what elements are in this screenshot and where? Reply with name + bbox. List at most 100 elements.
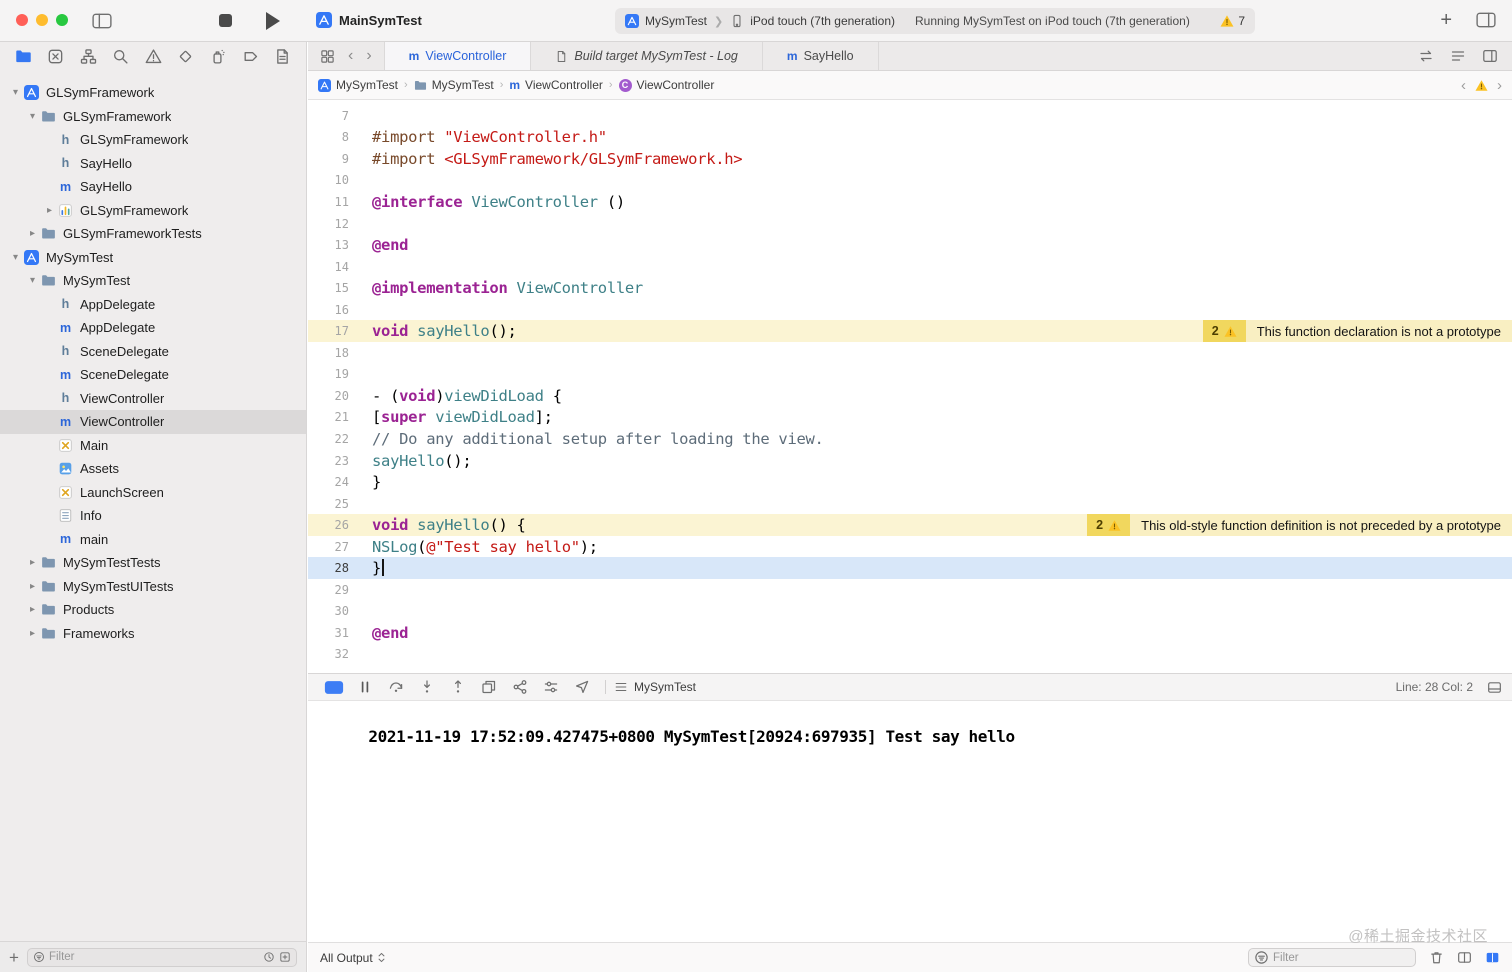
step-over-button[interactable] — [380, 679, 411, 695]
environment-overrides-button[interactable] — [535, 679, 566, 695]
code-line-22[interactable]: 22 // Do any additional setup after load… — [308, 428, 1512, 450]
destination-button[interactable]: iPod touch (7th generation) — [750, 14, 895, 28]
symbols-navigator-button[interactable] — [80, 48, 97, 65]
view-hierarchy-button[interactable] — [473, 679, 504, 695]
code-line-16[interactable]: 16 — [308, 299, 1512, 321]
source-editor[interactable]: 7 8 #import "ViewController.h" 9 #import <GL… — [308, 100, 1512, 673]
console-filter-field[interactable] — [1248, 948, 1416, 967]
navigator-filter-field[interactable] — [26, 947, 297, 967]
disclosure-closed-icon[interactable]: ▸ — [42, 205, 57, 216]
inline-warning[interactable]: 2 This function declaration is not a prot… — [1202, 320, 1512, 343]
add-file-button[interactable]: + — [9, 949, 19, 966]
editor-options-icon[interactable] — [1450, 48, 1466, 64]
step-into-button[interactable] — [411, 679, 442, 695]
tree-item-main[interactable]: m main — [0, 528, 306, 552]
go-forward-button[interactable]: › — [366, 48, 371, 64]
code-line-10[interactable]: 10 — [308, 170, 1512, 192]
code-line-25[interactable]: 25 — [308, 493, 1512, 515]
next-issue-button[interactable]: › — [1497, 77, 1502, 94]
memory-graph-button[interactable] — [504, 679, 535, 695]
disclosure-closed-icon[interactable]: ▸ — [25, 228, 40, 239]
tree-item-info[interactable]: Info — [0, 504, 306, 528]
tab-viewcontroller[interactable]: m ViewController — [383, 42, 532, 70]
tree-item-mysymtesttests[interactable]: ▸ MySymTestTests — [0, 551, 306, 575]
tree-item-products[interactable]: ▸ Products — [0, 598, 306, 622]
tree-item-sayhello[interactable]: h SayHello — [0, 152, 306, 176]
stop-button[interactable] — [219, 14, 232, 27]
code-line-18[interactable]: 18 — [308, 342, 1512, 364]
breadcrumb-mysymtest-1[interactable]: MySymTest — [414, 78, 494, 92]
recent-files-icon[interactable] — [263, 951, 275, 963]
code-review-icon[interactable] — [1418, 48, 1434, 64]
breakpoints-navigator-button[interactable] — [242, 48, 259, 65]
run-button[interactable] — [266, 12, 280, 30]
breadcrumb-viewcontroller-2[interactable]: m ViewController — [509, 78, 602, 92]
code-line-8[interactable]: 8 #import "ViewController.h" — [308, 127, 1512, 149]
simulate-location-button[interactable] — [566, 679, 597, 695]
debug-navigator-button[interactable] — [209, 48, 226, 65]
issues-badge[interactable]: 7 — [1220, 14, 1245, 28]
code-line-17[interactable]: 17 void sayHello(); 2 This function declara… — [308, 320, 1512, 343]
stack-frame-selector[interactable]: MySymTest — [614, 680, 696, 694]
source-control-navigator-button[interactable] — [47, 48, 64, 65]
find-navigator-button[interactable] — [112, 48, 129, 65]
code-line-15[interactable]: 15 @implementation ViewController — [308, 277, 1512, 299]
variables-view-toggle-icon[interactable] — [1457, 950, 1472, 965]
tree-item-frameworks[interactable]: ▸ Frameworks — [0, 622, 306, 646]
code-line-12[interactable]: 12 — [308, 213, 1512, 235]
disclosure-open-icon[interactable]: ▾ — [25, 111, 40, 122]
tree-item-sayhello[interactable]: m SayHello — [0, 175, 306, 199]
tree-item-mysymtest[interactable]: ▾ MySymTest — [0, 269, 306, 293]
disclosure-closed-icon[interactable]: ▸ — [25, 628, 40, 639]
console-toggle-icon[interactable] — [1487, 680, 1502, 695]
code-line-19[interactable]: 19 — [308, 364, 1512, 386]
tree-item-mysymtestuitests[interactable]: ▸ MySymTestUITests — [0, 575, 306, 599]
disclosure-open-icon[interactable]: ▾ — [25, 275, 40, 286]
toggle-navigator-button[interactable] — [92, 12, 112, 30]
tree-item-appdelegate[interactable]: m AppDelegate — [0, 316, 306, 340]
go-back-button[interactable]: ‹ — [348, 48, 353, 64]
tree-item-viewcontroller[interactable]: h ViewController — [0, 387, 306, 411]
disclosure-closed-icon[interactable]: ▸ — [25, 604, 40, 615]
step-out-button[interactable] — [442, 679, 473, 695]
code-line-9[interactable]: 9 #import <GLSymFramework/GLSymFramework.… — [308, 148, 1512, 170]
tree-item-glsymframework[interactable]: ▾ GLSymFramework — [0, 81, 306, 105]
tree-item-main[interactable]: Main — [0, 434, 306, 458]
tree-item-viewcontroller[interactable]: m ViewController — [0, 410, 306, 434]
issues-navigator-button[interactable] — [145, 48, 162, 65]
console-view-toggle-icon[interactable] — [1485, 950, 1500, 965]
library-button[interactable]: + — [1440, 10, 1452, 30]
debug-area-toggle-button[interactable] — [318, 680, 349, 695]
code-line-21[interactable]: 21 [super viewDidLoad]; — [308, 407, 1512, 429]
tree-item-mysymtest[interactable]: ▾ MySymTest — [0, 246, 306, 270]
close-window-button[interactable] — [16, 14, 28, 26]
code-line-7[interactable]: 7 — [308, 105, 1512, 127]
tree-item-glsymframework[interactable]: ▾ GLSymFramework — [0, 105, 306, 129]
code-line-13[interactable]: 13 @end — [308, 234, 1512, 256]
minimize-window-button[interactable] — [36, 14, 48, 26]
inspectors-toggle-button[interactable] — [1476, 11, 1496, 29]
code-line-27[interactable]: 27 NSLog(@"Test say hello"); — [308, 536, 1512, 558]
code-line-14[interactable]: 14 — [308, 256, 1512, 278]
tree-item-assets[interactable]: Assets — [0, 457, 306, 481]
tree-item-launchscreen[interactable]: LaunchScreen — [0, 481, 306, 505]
tests-navigator-button[interactable] — [177, 48, 194, 65]
pause-button[interactable] — [349, 679, 380, 695]
navigator-filter-input[interactable] — [48, 951, 259, 963]
code-line-30[interactable]: 30 — [308, 601, 1512, 623]
clear-console-icon[interactable] — [1429, 950, 1444, 965]
scm-status-icon[interactable] — [279, 951, 291, 963]
code-line-32[interactable]: 32 — [308, 644, 1512, 666]
zoom-window-button[interactable] — [56, 14, 68, 26]
tab-overview-icon[interactable] — [320, 49, 335, 64]
tree-item-glsymframework[interactable]: h GLSymFramework — [0, 128, 306, 152]
code-line-23[interactable]: 23 sayHello(); — [308, 450, 1512, 472]
code-line-11[interactable]: 11 @interface ViewController () — [308, 191, 1512, 213]
disclosure-open-icon[interactable]: ▾ — [8, 87, 23, 98]
code-line-24[interactable]: 24} — [308, 471, 1512, 493]
code-line-26[interactable]: 26 void sayHello() {2 This old-style funct… — [308, 514, 1512, 536]
tab-build-target-mysymtest-log[interactable]: Build target MySymTest - Log — [531, 42, 763, 70]
code-line-28[interactable]: 28} — [308, 557, 1512, 580]
disclosure-closed-icon[interactable]: ▸ — [25, 581, 40, 592]
issue-warning-icon[interactable] — [1475, 79, 1488, 92]
